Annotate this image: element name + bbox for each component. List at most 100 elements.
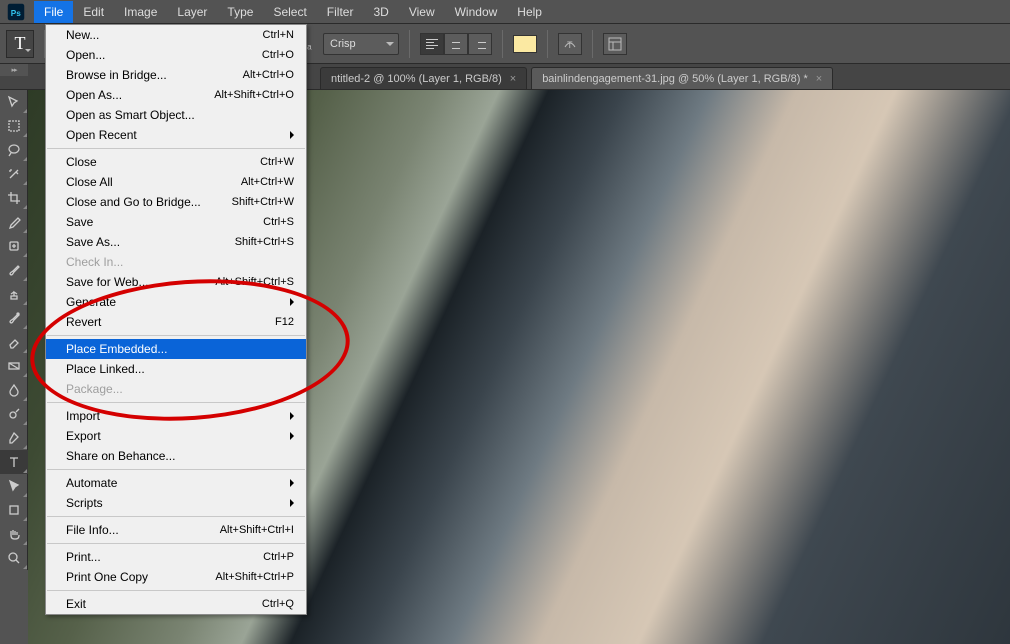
tool-history-brush[interactable] [0,306,28,330]
menu-item-open-recent[interactable]: Open Recent [46,125,306,145]
character-panel-button[interactable] [603,33,627,55]
tool-preset-picker[interactable]: T [6,30,34,58]
menu-item-label: Generate [66,295,294,309]
menu-item-open-as-smart-object[interactable]: Open as Smart Object... [46,105,306,125]
menu-item-label: Import [66,409,294,423]
align-left-button[interactable] [420,33,444,55]
menu-item-label: Exit [66,597,262,611]
menu-filter[interactable]: Filter [317,1,364,23]
menu-item-label: Close All [66,175,241,189]
menu-image[interactable]: Image [114,1,167,23]
menu-item-revert[interactable]: RevertF12 [46,312,306,332]
align-right-button[interactable] [468,33,492,55]
menu-item-label: Open As... [66,88,214,102]
menu-item-new[interactable]: New...Ctrl+N [46,25,306,45]
menu-item-scripts[interactable]: Scripts [46,493,306,513]
menu-item-shortcut: Ctrl+N [263,29,294,41]
menu-item-import[interactable]: Import [46,406,306,426]
menu-item-shortcut: Alt+Shift+Ctrl+O [214,89,294,101]
menu-item-print[interactable]: Print...Ctrl+P [46,547,306,567]
menu-item-share-on-behance[interactable]: Share on Behance... [46,446,306,466]
close-tab-icon[interactable]: × [816,73,822,85]
menu-item-label: File Info... [66,523,220,537]
menu-item-place-embedded[interactable]: Place Embedded... [46,339,306,359]
menu-edit[interactable]: Edit [73,1,114,23]
tool-zoom[interactable] [0,546,28,570]
tool-eyedropper[interactable] [0,210,28,234]
menu-item-label: Save [66,215,263,229]
menu-item-shortcut: Alt+Ctrl+O [243,69,294,81]
menu-layer[interactable]: Layer [167,1,217,23]
tool-brush[interactable] [0,258,28,282]
menu-file[interactable]: File [34,1,73,23]
tool-lasso[interactable] [0,138,28,162]
document-tab[interactable]: ntitled-2 @ 100% (Layer 1, RGB/8)× [320,67,527,89]
menu-item-check-in: Check In... [46,252,306,272]
menu-window[interactable]: Window [445,1,508,23]
menu-item-browse-in-bridge[interactable]: Browse in Bridge...Alt+Ctrl+O [46,65,306,85]
menu-item-file-info[interactable]: File Info...Alt+Shift+Ctrl+I [46,520,306,540]
toolbox-expand-icon[interactable] [0,64,28,76]
menu-item-label: Revert [66,315,275,329]
menu-item-open-as[interactable]: Open As...Alt+Shift+Ctrl+O [46,85,306,105]
warp-text-button[interactable]: T [558,33,582,55]
menu-item-close-and-go-to-bridge[interactable]: Close and Go to Bridge...Shift+Ctrl+W [46,192,306,212]
tool-blur[interactable] [0,378,28,402]
tool-eraser[interactable] [0,330,28,354]
menu-item-automate[interactable]: Automate [46,473,306,493]
document-tab[interactable]: bainlindengagement-31.jpg @ 50% (Layer 1… [531,67,833,89]
tool-pen[interactable] [0,426,28,450]
menu-item-label: Open Recent [66,128,294,142]
tool-move[interactable] [0,90,28,114]
text-color-swatch[interactable] [513,35,537,53]
tool-hand[interactable] [0,522,28,546]
menu-item-print-one-copy[interactable]: Print One CopyAlt+Shift+Ctrl+P [46,567,306,587]
menu-separator [47,469,305,470]
menu-item-close[interactable]: CloseCtrl+W [46,152,306,172]
menu-3d[interactable]: 3D [363,1,398,23]
menu-item-label: Export [66,429,294,443]
align-center-button[interactable] [444,33,468,55]
menu-item-export[interactable]: Export [46,426,306,446]
menu-item-shortcut: Ctrl+S [263,216,294,228]
menu-type[interactable]: Type [217,1,263,23]
menu-help[interactable]: Help [507,1,552,23]
menu-item-open[interactable]: Open...Ctrl+O [46,45,306,65]
menu-view[interactable]: View [399,1,445,23]
menu-item-place-linked[interactable]: Place Linked... [46,359,306,379]
menu-item-label: Scripts [66,496,294,510]
antialias-combo[interactable]: Crisp [323,33,399,55]
menu-item-shortcut: Shift+Ctrl+W [232,196,294,208]
tool-gradient[interactable] [0,354,28,378]
tool-clone-stamp[interactable] [0,282,28,306]
menu-item-close-all[interactable]: Close AllAlt+Ctrl+W [46,172,306,192]
menu-item-label: New... [66,28,263,42]
tool-path-select[interactable] [0,474,28,498]
menu-item-label: Place Embedded... [66,342,294,356]
menu-item-generate[interactable]: Generate [46,292,306,312]
menu-item-label: Check In... [66,255,294,269]
menu-item-save[interactable]: SaveCtrl+S [46,212,306,232]
separator [502,30,503,58]
tool-dodge[interactable] [0,402,28,426]
separator [592,30,593,58]
tool-rect-marquee[interactable] [0,114,28,138]
menu-item-save-for-web[interactable]: Save for Web...Alt+Shift+Ctrl+S [46,272,306,292]
tool-healing-brush[interactable] [0,234,28,258]
close-tab-icon[interactable]: × [510,73,516,85]
menu-item-shortcut: Shift+Ctrl+S [235,236,294,248]
separator [409,30,410,58]
menu-item-exit[interactable]: ExitCtrl+Q [46,594,306,614]
tool-rectangle[interactable] [0,498,28,522]
tool-magic-wand[interactable] [0,162,28,186]
menu-item-shortcut: Ctrl+P [263,551,294,563]
tool-crop[interactable] [0,186,28,210]
menu-item-shortcut: Alt+Shift+Ctrl+I [220,524,294,536]
document-tab-label: bainlindengagement-31.jpg @ 50% (Layer 1… [542,73,808,85]
menu-select[interactable]: Select [263,1,316,23]
menu-item-shortcut: F12 [275,316,294,328]
menubar: Ps FileEditImageLayerTypeSelectFilter3DV… [0,0,1010,24]
tool-type[interactable] [0,450,28,474]
separator [547,30,548,58]
menu-item-save-as[interactable]: Save As...Shift+Ctrl+S [46,232,306,252]
